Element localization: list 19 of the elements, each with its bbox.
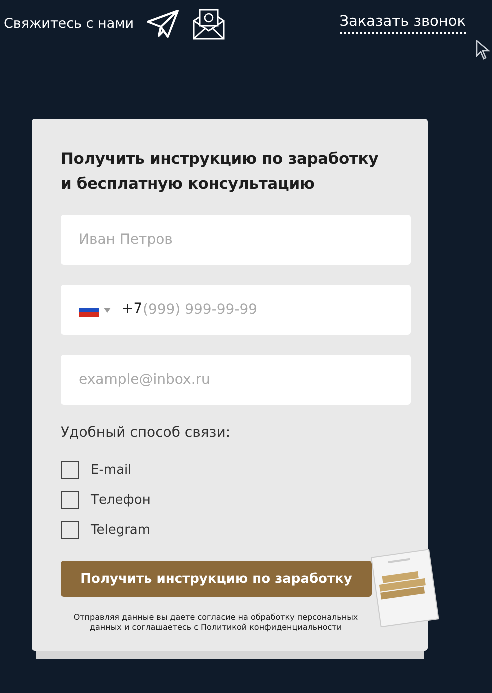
- checkbox[interactable]: [61, 521, 79, 539]
- callback-link[interactable]: Заказать звонок: [340, 14, 466, 34]
- contact-label: Свяжитесь с нами: [4, 16, 134, 32]
- consent-text: Отправляя данные вы даете согласие на обработку персональных данных и соглашаетесь с Политикой конфиденциальности: [72, 613, 360, 633]
- option-label[interactable]: Телефон: [91, 492, 151, 508]
- form-title: Получить инструкцию по заработку и бесплатную консультацию: [61, 149, 380, 195]
- submit-button[interactable]: Получить инструкцию по заработку: [61, 561, 372, 597]
- checkbox[interactable]: [61, 491, 79, 509]
- phone-prefix: +7: [122, 301, 143, 317]
- name-field[interactable]: Иван Петров: [61, 215, 411, 265]
- contact-method-label: Удобный способ связи:: [61, 425, 232, 441]
- email-field[interactable]: example@inbox.ru: [61, 355, 411, 405]
- caret-icon: [104, 308, 111, 312]
- envelope-icon[interactable]: [192, 7, 226, 41]
- option-label[interactable]: E-mail: [91, 462, 132, 478]
- checkbox[interactable]: [61, 461, 79, 479]
- paper-plane-icon[interactable]: [146, 9, 180, 39]
- option-label[interactable]: Telegram: [91, 522, 151, 538]
- cursor-icon: [476, 40, 490, 60]
